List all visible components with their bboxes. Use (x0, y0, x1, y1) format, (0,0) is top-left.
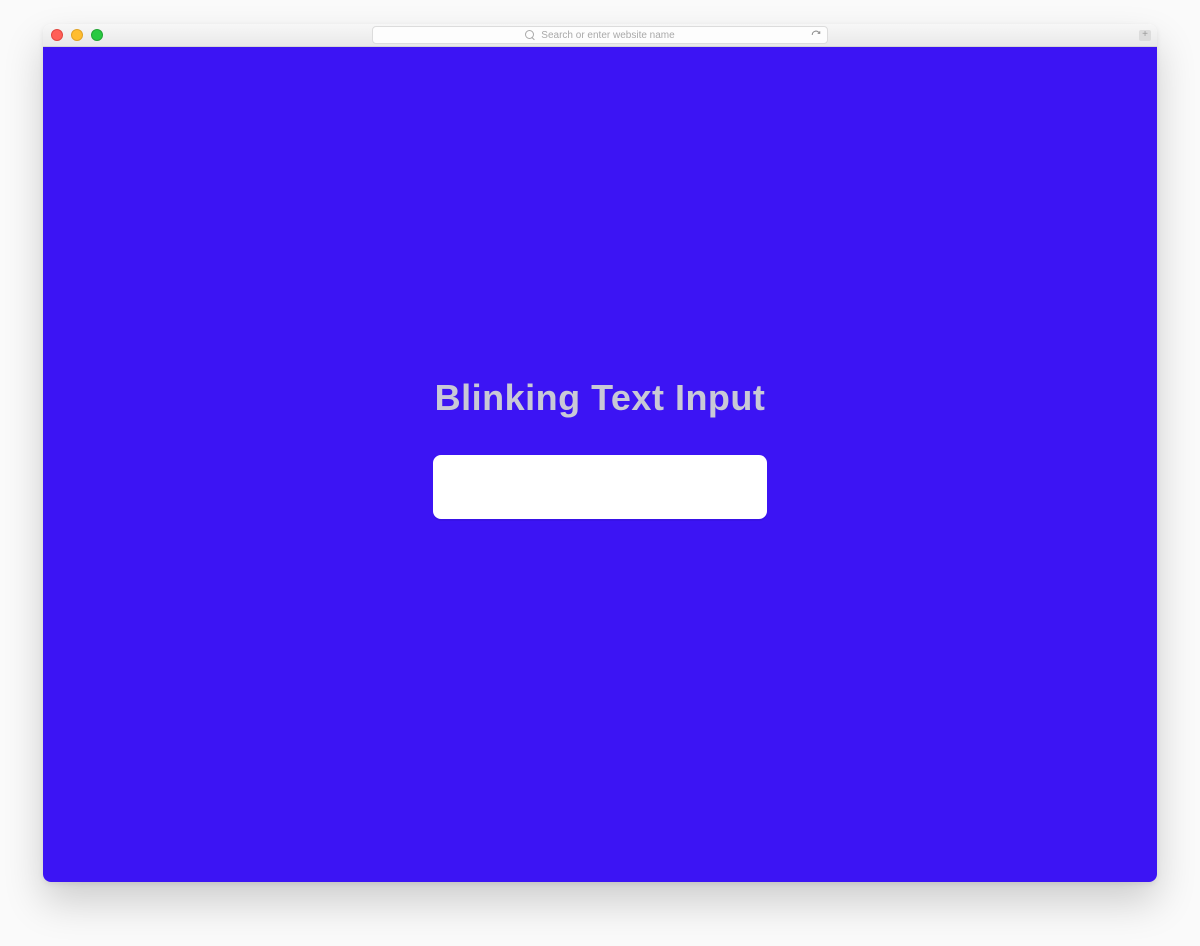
address-bar[interactable]: Search or enter website name (372, 26, 828, 44)
plus-icon: + (1142, 30, 1148, 40)
search-icon (525, 30, 535, 40)
titlebar: Search or enter website name + (43, 24, 1157, 47)
browser-window: Search or enter website name + Blinking … (43, 24, 1157, 882)
blinking-text-input[interactable] (433, 455, 767, 519)
maximize-window-button[interactable] (91, 29, 103, 41)
traffic-lights (51, 29, 103, 41)
reload-icon[interactable] (811, 30, 821, 40)
address-bar-wrap: Search or enter website name (372, 26, 828, 44)
address-placeholder: Search or enter website name (541, 30, 674, 41)
minimize-window-button[interactable] (71, 29, 83, 41)
page-heading: Blinking Text Input (435, 377, 766, 419)
page-content: Blinking Text Input (43, 47, 1157, 882)
close-window-button[interactable] (51, 29, 63, 41)
new-tab-button[interactable]: + (1139, 30, 1151, 41)
